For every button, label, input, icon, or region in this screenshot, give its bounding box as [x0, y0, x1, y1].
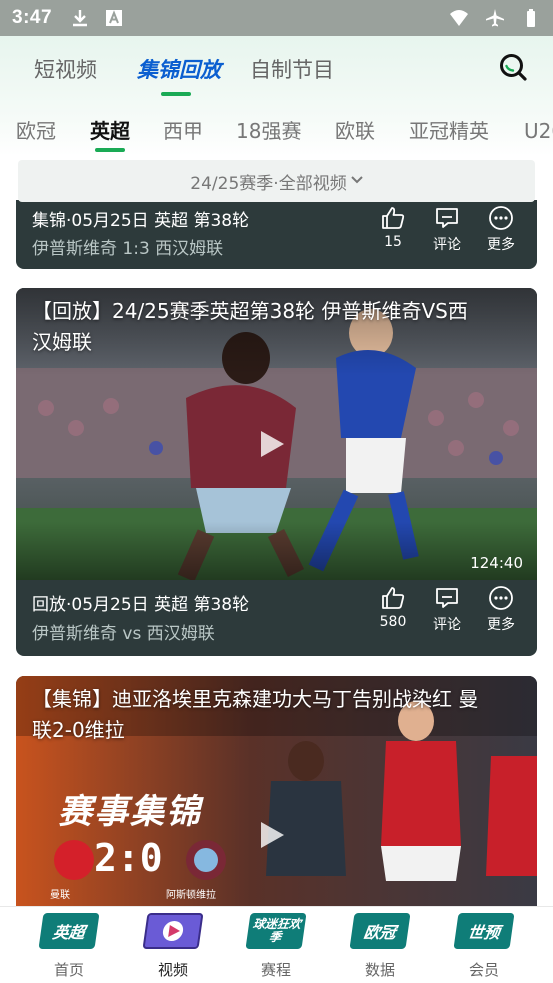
filter-label: 24/25赛季·全部视频	[190, 173, 347, 194]
league-tab-indicator	[95, 148, 125, 152]
nav-data[interactable]: 欧冠 数据	[340, 913, 420, 980]
league-tabs: 欧冠 英超 西甲 18强赛 欧联 亚冠精英 U20	[0, 112, 553, 152]
airplane-icon	[486, 9, 504, 27]
league-tab-u20[interactable]: U20	[524, 116, 553, 146]
league-tab-uel[interactable]: 欧联	[335, 116, 375, 146]
comment-icon	[436, 208, 458, 228]
battery-icon	[527, 9, 535, 27]
status-time: 3:47	[12, 7, 53, 28]
card-info: 集锦·05月25日 英超 第38轮 伊普斯维奇 1:3 西汉姆联 15 评论 更…	[16, 200, 537, 269]
download-icon	[73, 10, 88, 27]
thumbs-up-icon	[382, 207, 405, 229]
league-tab-laliga[interactable]: 西甲	[163, 116, 203, 146]
home-team-label: 曼联	[50, 890, 70, 901]
overlay-title: 赛事集锦	[58, 792, 202, 832]
tab-original-shows[interactable]: 自制节目	[250, 52, 334, 88]
league-tab-ucl[interactable]: 欧冠	[16, 116, 56, 146]
nav-schedule[interactable]: 球迷狂欢季 赛程	[236, 913, 316, 980]
video-title: 【回放】24/25赛季英超第38轮 伊普斯维奇VS西汉姆联	[32, 299, 468, 354]
league-tab-epl[interactable]: 英超	[90, 116, 130, 146]
video-card-highlight-partial[interactable]: 集锦·05月25日 英超 第38轮 伊普斯维奇 1:3 西汉姆联 15 评论 更…	[16, 200, 537, 269]
tab-short-video[interactable]: 短视频	[34, 52, 97, 88]
video-card-highlight[interactable]: 【集锦】迪亚洛埃里克森建功大马丁告别战染红 曼联2-0维拉 赛事集锦 2:0 曼…	[16, 676, 537, 916]
video-logo-icon	[142, 913, 204, 949]
thumbs-up-icon	[382, 587, 405, 609]
epl-logo-icon: 英超	[38, 913, 100, 949]
league-tab-acl-elite[interactable]: 亚冠精英	[409, 116, 489, 146]
ucl-logo-icon: 欧冠	[349, 913, 411, 949]
tab-highlights-replay[interactable]: 集锦回放	[137, 52, 221, 88]
video-duration: 124:40	[470, 554, 523, 572]
more-dots-icon	[489, 206, 513, 230]
video-title: 【集锦】迪亚洛埃里克森建功大马丁告别战染红 曼联2-0维拉	[32, 687, 479, 742]
nav-home[interactable]: 英超 首页	[29, 913, 109, 980]
comment-icon	[436, 588, 458, 608]
fan-carnival-logo-icon: 球迷狂欢季	[245, 913, 307, 949]
away-team-label: 阿斯顿维拉	[166, 890, 216, 901]
overlay-score: 2:0	[94, 836, 163, 880]
video-card-replay[interactable]: 【回放】24/25赛季英超第38轮 伊普斯维奇VS西汉姆联 124:40 回放·…	[16, 288, 537, 656]
nav-video[interactable]: 视频	[133, 913, 213, 980]
like-button[interactable]: 15	[373, 204, 413, 254]
top-tabs: 短视频 集锦回放 自制节目	[0, 52, 553, 92]
card-match: 伊普斯维奇 1:3 西汉姆联	[32, 239, 224, 259]
wifi-icon	[450, 10, 468, 26]
more-button[interactable]: 更多	[481, 584, 521, 634]
play-icon[interactable]	[258, 820, 286, 850]
comment-button[interactable]: 评论	[427, 584, 467, 634]
like-button[interactable]: 580	[373, 584, 413, 634]
play-icon[interactable]	[258, 429, 286, 459]
status-bar: 3:47	[0, 0, 553, 36]
more-button[interactable]: 更多	[481, 204, 521, 254]
nav-member[interactable]: 世预 会员	[444, 913, 524, 980]
bottom-nav: 英超 首页 视频 球迷狂欢季 赛程 欧冠 数据 世预 会员	[0, 906, 553, 983]
card-info: 回放·05月25日 英超 第38轮 伊普斯维奇 vs 西汉姆联 580 评论 更…	[16, 580, 537, 656]
season-filter-dropdown[interactable]: 24/25赛季·全部视频	[18, 160, 535, 202]
comment-button[interactable]: 评论	[427, 204, 467, 254]
font-a-icon	[106, 10, 123, 26]
wc-qualifier-logo-icon: 世预	[453, 913, 515, 949]
more-dots-icon	[489, 586, 513, 610]
league-tab-18-qualifiers[interactable]: 18强赛	[236, 116, 301, 146]
card-meta: 集锦·05月25日 英超 第38轮	[32, 211, 250, 231]
card-meta: 回放·05月25日 英超 第38轮	[32, 595, 250, 615]
search-icon[interactable]	[498, 52, 528, 82]
top-tab-indicator	[161, 92, 191, 96]
chevron-down-icon	[350, 174, 363, 188]
card-match: 伊普斯维奇 vs 西汉姆联	[32, 624, 215, 644]
